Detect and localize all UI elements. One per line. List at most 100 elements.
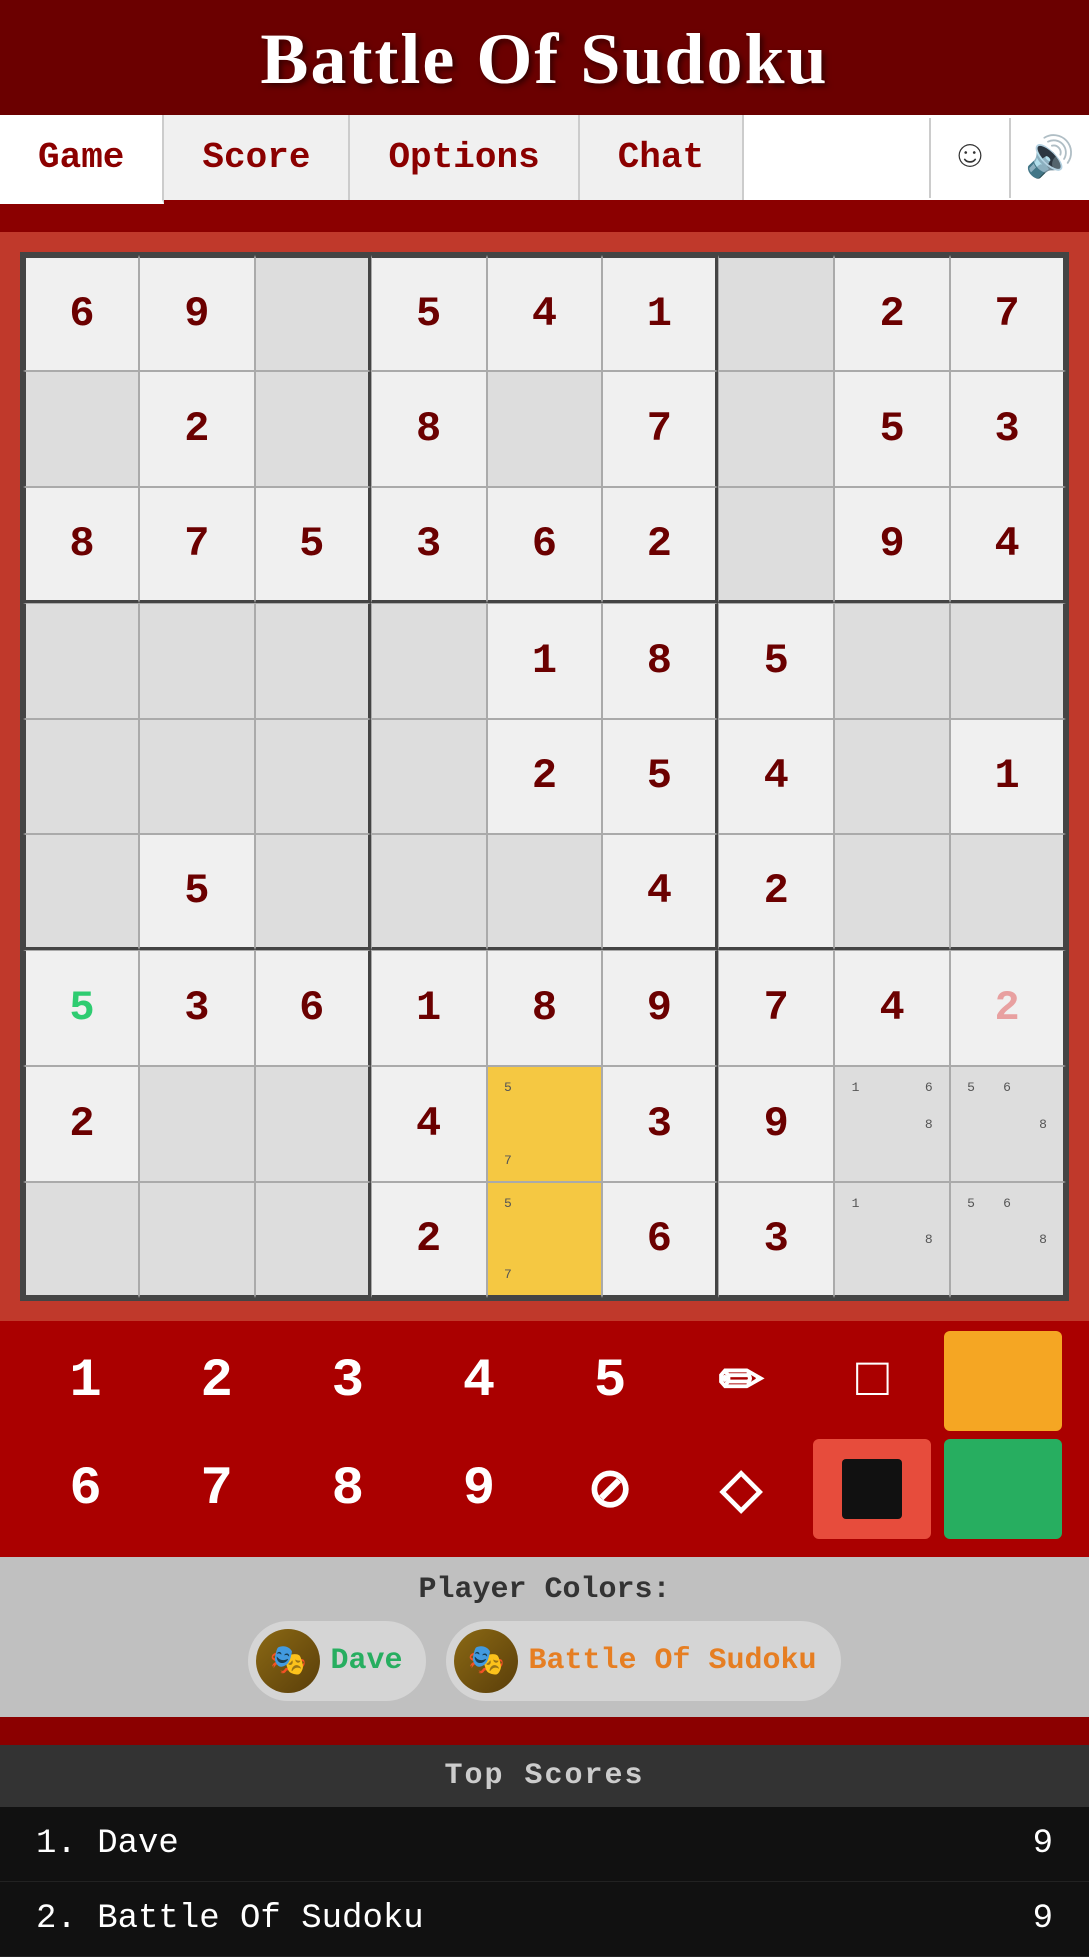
- cell-8-3[interactable]: 2: [371, 1182, 487, 1298]
- cell-8-0[interactable]: [23, 1182, 139, 1298]
- cell-8-8[interactable]: 568: [950, 1182, 1066, 1298]
- cell-3-7[interactable]: [834, 603, 950, 719]
- cell-8-2[interactable]: [255, 1182, 371, 1298]
- cell-4-7[interactable]: [834, 719, 950, 835]
- numpad-square[interactable]: □: [813, 1331, 931, 1431]
- cell-8-4[interactable]: 57: [487, 1182, 603, 1298]
- cell-2-5[interactable]: 2: [602, 487, 718, 603]
- tab-chat[interactable]: Chat: [580, 115, 744, 200]
- cell-5-7[interactable]: [834, 834, 950, 950]
- numpad-color-black[interactable]: [813, 1439, 931, 1539]
- cell-8-1[interactable]: [139, 1182, 255, 1298]
- cell-4-2[interactable]: [255, 719, 371, 835]
- cell-2-6[interactable]: [718, 487, 834, 603]
- cell-0-6[interactable]: [718, 255, 834, 371]
- cell-4-5[interactable]: 5: [602, 719, 718, 835]
- cell-8-6[interactable]: 3: [718, 1182, 834, 1298]
- numpad-2[interactable]: 2: [158, 1331, 276, 1431]
- cell-7-6[interactable]: 9: [718, 1066, 834, 1182]
- numpad-pencil[interactable]: ✏: [682, 1331, 800, 1431]
- numpad-erase[interactable]: ⊘: [551, 1439, 669, 1539]
- cell-0-2[interactable]: [255, 255, 371, 371]
- cell-2-8[interactable]: 4: [950, 487, 1066, 603]
- cell-7-2[interactable]: [255, 1066, 371, 1182]
- cell-7-4[interactable]: 57: [487, 1066, 603, 1182]
- cell-5-1[interactable]: 5: [139, 834, 255, 950]
- cell-7-8[interactable]: 568: [950, 1066, 1066, 1182]
- cell-0-7[interactable]: 2: [834, 255, 950, 371]
- cell-6-8[interactable]: 2: [950, 950, 1066, 1066]
- cell-3-0[interactable]: [23, 603, 139, 719]
- cell-7-1[interactable]: [139, 1066, 255, 1182]
- cell-6-4[interactable]: 8: [487, 950, 603, 1066]
- cell-4-4[interactable]: 2: [487, 719, 603, 835]
- cell-7-3[interactable]: 4: [371, 1066, 487, 1182]
- cell-5-4[interactable]: [487, 834, 603, 950]
- cell-0-3[interactable]: 5: [371, 255, 487, 371]
- cell-5-8[interactable]: [950, 834, 1066, 950]
- cell-5-3[interactable]: [371, 834, 487, 950]
- numpad-color-green[interactable]: [944, 1439, 1062, 1539]
- cell-1-2[interactable]: [255, 371, 371, 487]
- cell-7-5[interactable]: 3: [602, 1066, 718, 1182]
- numpad-7[interactable]: 7: [158, 1439, 276, 1539]
- numpad-diamond-erase[interactable]: ◇: [682, 1439, 800, 1539]
- cell-6-5[interactable]: 9: [602, 950, 718, 1066]
- cell-8-7[interactable]: 18: [834, 1182, 950, 1298]
- cell-3-6[interactable]: 5: [718, 603, 834, 719]
- cell-1-6[interactable]: [718, 371, 834, 487]
- cell-0-1[interactable]: 9: [139, 255, 255, 371]
- cell-1-1[interactable]: 2: [139, 371, 255, 487]
- cell-5-2[interactable]: [255, 834, 371, 950]
- cell-6-7[interactable]: 4: [834, 950, 950, 1066]
- tab-game[interactable]: Game: [0, 115, 164, 204]
- cell-4-1[interactable]: [139, 719, 255, 835]
- cell-6-2[interactable]: 6: [255, 950, 371, 1066]
- numpad-3[interactable]: 3: [289, 1331, 407, 1431]
- cell-1-7[interactable]: 5: [834, 371, 950, 487]
- numpad-4[interactable]: 4: [420, 1331, 538, 1431]
- cell-6-3[interactable]: 1: [371, 950, 487, 1066]
- cell-6-0[interactable]: 5: [23, 950, 139, 1066]
- numpad-8[interactable]: 8: [289, 1439, 407, 1539]
- cell-3-5[interactable]: 8: [602, 603, 718, 719]
- cell-7-7[interactable]: 168: [834, 1066, 950, 1182]
- cell-0-0[interactable]: 6: [23, 255, 139, 371]
- cell-5-5[interactable]: 4: [602, 834, 718, 950]
- cell-2-0[interactable]: 8: [23, 487, 139, 603]
- cell-0-4[interactable]: 4: [487, 255, 603, 371]
- volume-icon-button[interactable]: 🔊: [1009, 118, 1089, 198]
- cell-0-5[interactable]: 1: [602, 255, 718, 371]
- cell-8-5[interactable]: 6: [602, 1182, 718, 1298]
- cell-0-8[interactable]: 7: [950, 255, 1066, 371]
- cell-2-2[interactable]: 5: [255, 487, 371, 603]
- cell-6-6[interactable]: 7: [718, 950, 834, 1066]
- cell-7-0[interactable]: 2: [23, 1066, 139, 1182]
- cell-1-0[interactable]: [23, 371, 139, 487]
- cell-4-8[interactable]: 1: [950, 719, 1066, 835]
- cell-5-0[interactable]: [23, 834, 139, 950]
- cell-1-4[interactable]: [487, 371, 603, 487]
- cell-3-1[interactable]: [139, 603, 255, 719]
- cell-3-4[interactable]: 1: [487, 603, 603, 719]
- cell-1-8[interactable]: 3: [950, 371, 1066, 487]
- numpad-6[interactable]: 6: [27, 1439, 145, 1539]
- numpad-9[interactable]: 9: [420, 1439, 538, 1539]
- cell-5-6[interactable]: 2: [718, 834, 834, 950]
- numpad-color-orange[interactable]: [944, 1331, 1062, 1431]
- cell-3-3[interactable]: [371, 603, 487, 719]
- cell-3-2[interactable]: [255, 603, 371, 719]
- cell-2-1[interactable]: 7: [139, 487, 255, 603]
- cell-1-3[interactable]: 8: [371, 371, 487, 487]
- smiley-icon-button[interactable]: ☺: [929, 118, 1009, 198]
- cell-2-4[interactable]: 6: [487, 487, 603, 603]
- cell-4-6[interactable]: 4: [718, 719, 834, 835]
- cell-2-3[interactable]: 3: [371, 487, 487, 603]
- tab-score[interactable]: Score: [164, 115, 350, 200]
- tab-options[interactable]: Options: [350, 115, 579, 200]
- cell-1-5[interactable]: 7: [602, 371, 718, 487]
- cell-4-3[interactable]: [371, 719, 487, 835]
- numpad-5[interactable]: 5: [551, 1331, 669, 1431]
- cell-3-8[interactable]: [950, 603, 1066, 719]
- numpad-1[interactable]: 1: [27, 1331, 145, 1431]
